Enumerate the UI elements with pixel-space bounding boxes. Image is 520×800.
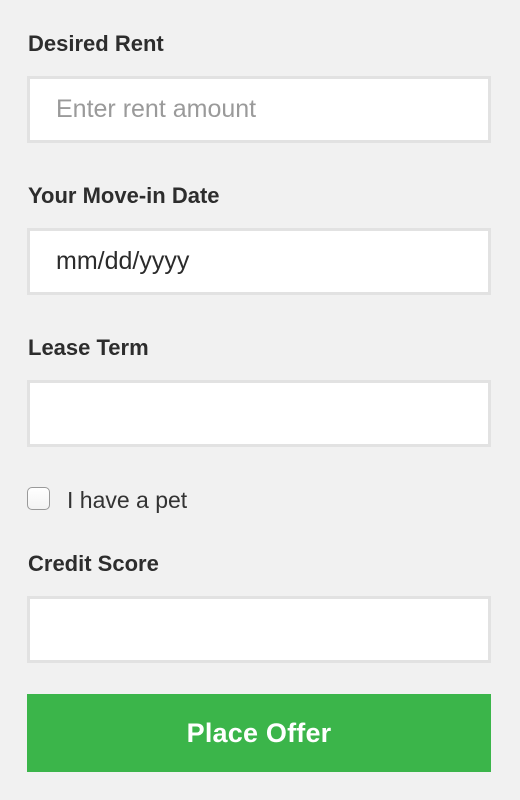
pet-checkbox[interactable]: [27, 487, 50, 510]
credit-score-label: Credit Score: [28, 551, 159, 576]
move-in-date-value: mm/dd/yyyy: [56, 247, 190, 275]
credit-score-input[interactable]: [27, 596, 491, 663]
place-offer-button[interactable]: Place Offer: [27, 694, 491, 772]
move-in-date-label: Your Move-in Date: [28, 183, 220, 208]
lease-term-label: Lease Term: [28, 335, 149, 360]
pet-checkbox-label[interactable]: I have a pet: [67, 486, 187, 514]
move-in-date-input[interactable]: mm/dd/yyyy: [27, 228, 491, 295]
desired-rent-label: Desired Rent: [28, 31, 164, 56]
desired-rent-input[interactable]: [27, 76, 491, 143]
lease-term-input[interactable]: [27, 380, 491, 447]
